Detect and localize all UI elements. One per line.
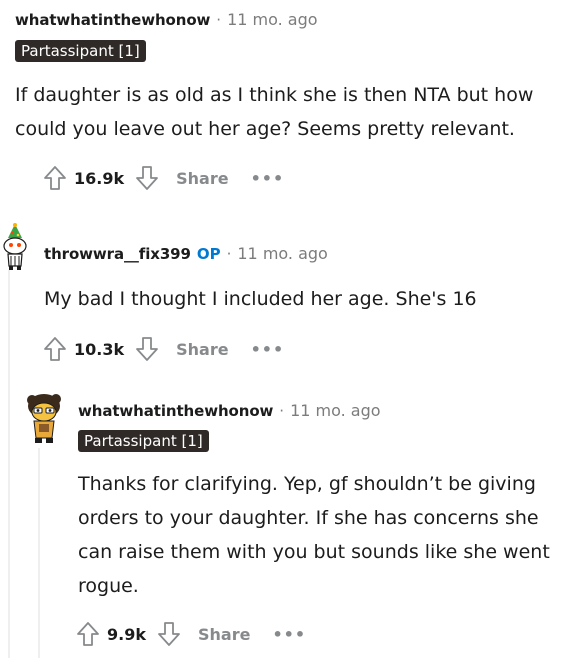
more-options-button[interactable]: •••: [251, 340, 285, 359]
separator: ·: [226, 244, 232, 263]
vote-score: 9.9k: [107, 624, 146, 644]
downvote-arrow-icon[interactable]: [154, 618, 184, 650]
separator: ·: [279, 401, 285, 420]
timestamp[interactable]: 11 mo. ago: [237, 244, 327, 263]
comment-meta: whatwhatinthewhonow · 11 mo. ago: [78, 401, 381, 420]
share-button[interactable]: Share: [198, 625, 250, 644]
more-options-button[interactable]: •••: [251, 169, 285, 188]
thread-line-root[interactable]: [8, 270, 10, 658]
username[interactable]: throwwra__fix399: [44, 245, 191, 263]
share-button[interactable]: Share: [176, 169, 228, 188]
comment-body: If daughter is as old as I think she is …: [15, 84, 534, 140]
user-flair: Partassipant [1]: [78, 430, 209, 452]
comment-body: My bad I thought I included her age. She…: [44, 288, 477, 310]
comment-actions: 9.9k Share •••: [73, 618, 306, 650]
comment-actions: 10.3k Share •••: [40, 333, 284, 365]
username[interactable]: whatwhatinthewhonow: [15, 11, 210, 29]
downvote-arrow-icon[interactable]: [132, 162, 162, 194]
timestamp[interactable]: 11 mo. ago: [227, 10, 317, 29]
avatar[interactable]: [0, 222, 30, 272]
separator: ·: [216, 10, 222, 29]
vote-score: 16.9k: [74, 168, 125, 188]
comment-body: Thanks for clarifying. Yep, gf shouldn’t…: [78, 473, 550, 597]
comment-meta: whatwhatinthewhonow · 11 mo. ago: [15, 10, 318, 29]
username[interactable]: whatwhatinthewhonow: [78, 402, 273, 420]
thread-line-reply[interactable]: [38, 448, 40, 658]
op-badge: OP: [196, 244, 221, 263]
timestamp[interactable]: 11 mo. ago: [290, 401, 380, 420]
more-options-button[interactable]: •••: [272, 625, 306, 644]
vote-score: 10.3k: [74, 339, 125, 359]
user-flair: Partassipant [1]: [15, 40, 146, 62]
downvote-arrow-icon[interactable]: [132, 333, 162, 365]
upvote-arrow-icon[interactable]: [40, 162, 70, 194]
upvote-arrow-icon[interactable]: [40, 333, 70, 365]
comment-meta: throwwra__fix399 OP · 11 mo. ago: [44, 244, 328, 263]
avatar[interactable]: [22, 390, 68, 446]
share-button[interactable]: Share: [176, 340, 228, 359]
upvote-arrow-icon[interactable]: [73, 618, 103, 650]
comment-actions: 16.9k Share •••: [40, 162, 284, 194]
